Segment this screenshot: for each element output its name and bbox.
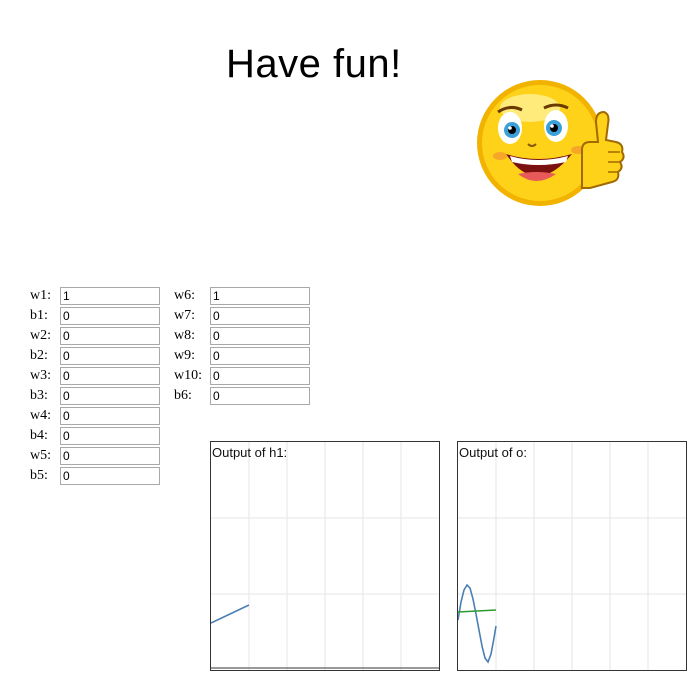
param-row-w7: w7: — [174, 306, 310, 326]
b4-input[interactable] — [60, 427, 160, 445]
w10-input[interactable] — [210, 367, 310, 385]
param-label: b1: — [30, 308, 48, 323]
param-label: b5: — [30, 468, 48, 483]
param-row-w3: w3: — [30, 366, 160, 386]
h1-output-curve — [211, 604, 250, 624]
param-row-w1: w1: — [30, 286, 160, 306]
param-row-b5: b5: — [30, 466, 160, 486]
param-label: w4: — [30, 408, 51, 423]
param-label: w2: — [30, 328, 51, 343]
param-label: w9: — [174, 348, 195, 363]
o-plot-canvas — [458, 442, 686, 670]
param-label: w7: — [174, 308, 195, 323]
h1-plot-title: Output of h1: — [212, 445, 288, 460]
param-row-w5: w5: — [30, 446, 160, 466]
o-output-plot: Output of o: — [457, 441, 687, 671]
param-row-w8: w8: — [174, 326, 310, 346]
param-label: b4: — [30, 428, 48, 443]
page-title: Have fun! — [226, 42, 402, 86]
param-group-right: w6: w7: w8: w9: w10: b6: — [174, 286, 310, 406]
param-label: w6: — [174, 288, 195, 303]
h1-output-plot: Output of h1: — [210, 441, 440, 671]
w3-input[interactable] — [60, 367, 160, 385]
param-label: w3: — [30, 368, 51, 383]
w8-input[interactable] — [210, 327, 310, 345]
param-row-w10: w10: — [174, 366, 310, 386]
param-row-b1: b1: — [30, 306, 160, 326]
param-label: b6: — [174, 388, 192, 403]
param-label: w1: — [30, 288, 51, 303]
param-row-w4: w4: — [30, 406, 160, 426]
param-label: w5: — [30, 448, 51, 463]
w7-input[interactable] — [210, 307, 310, 325]
param-row-w9: w9: — [174, 346, 310, 366]
w5-input[interactable] — [60, 447, 160, 465]
param-row-b3: b3: — [30, 386, 160, 406]
param-row-b4: b4: — [30, 426, 160, 446]
param-group-left: w1: b1: w2: b2: w3: b3: w4: b4: w5: b5: — [30, 286, 160, 486]
param-label: b2: — [30, 348, 48, 363]
w1-input[interactable] — [60, 287, 160, 305]
param-label: w10: — [174, 368, 202, 383]
b6-input[interactable] — [210, 387, 310, 405]
b2-input[interactable] — [60, 347, 160, 365]
b5-input[interactable] — [60, 467, 160, 485]
w6-input[interactable] — [210, 287, 310, 305]
w2-input[interactable] — [60, 327, 160, 345]
w9-input[interactable] — [210, 347, 310, 365]
param-label: b3: — [30, 388, 48, 403]
b1-input[interactable] — [60, 307, 160, 325]
param-row-b6: b6: — [174, 386, 310, 406]
o-target-curve — [458, 609, 497, 613]
b3-input[interactable] — [60, 387, 160, 405]
param-row-w6: w6: — [174, 286, 310, 306]
param-row-b2: b2: — [30, 346, 160, 366]
o-plot-title: Output of o: — [459, 445, 527, 460]
param-label: w8: — [174, 328, 195, 343]
w4-input[interactable] — [60, 407, 160, 425]
smiley-thumbs-up-image — [477, 80, 625, 206]
o-output-curve — [458, 583, 497, 664]
h1-plot-canvas — [211, 442, 439, 670]
param-row-w2: w2: — [30, 326, 160, 346]
